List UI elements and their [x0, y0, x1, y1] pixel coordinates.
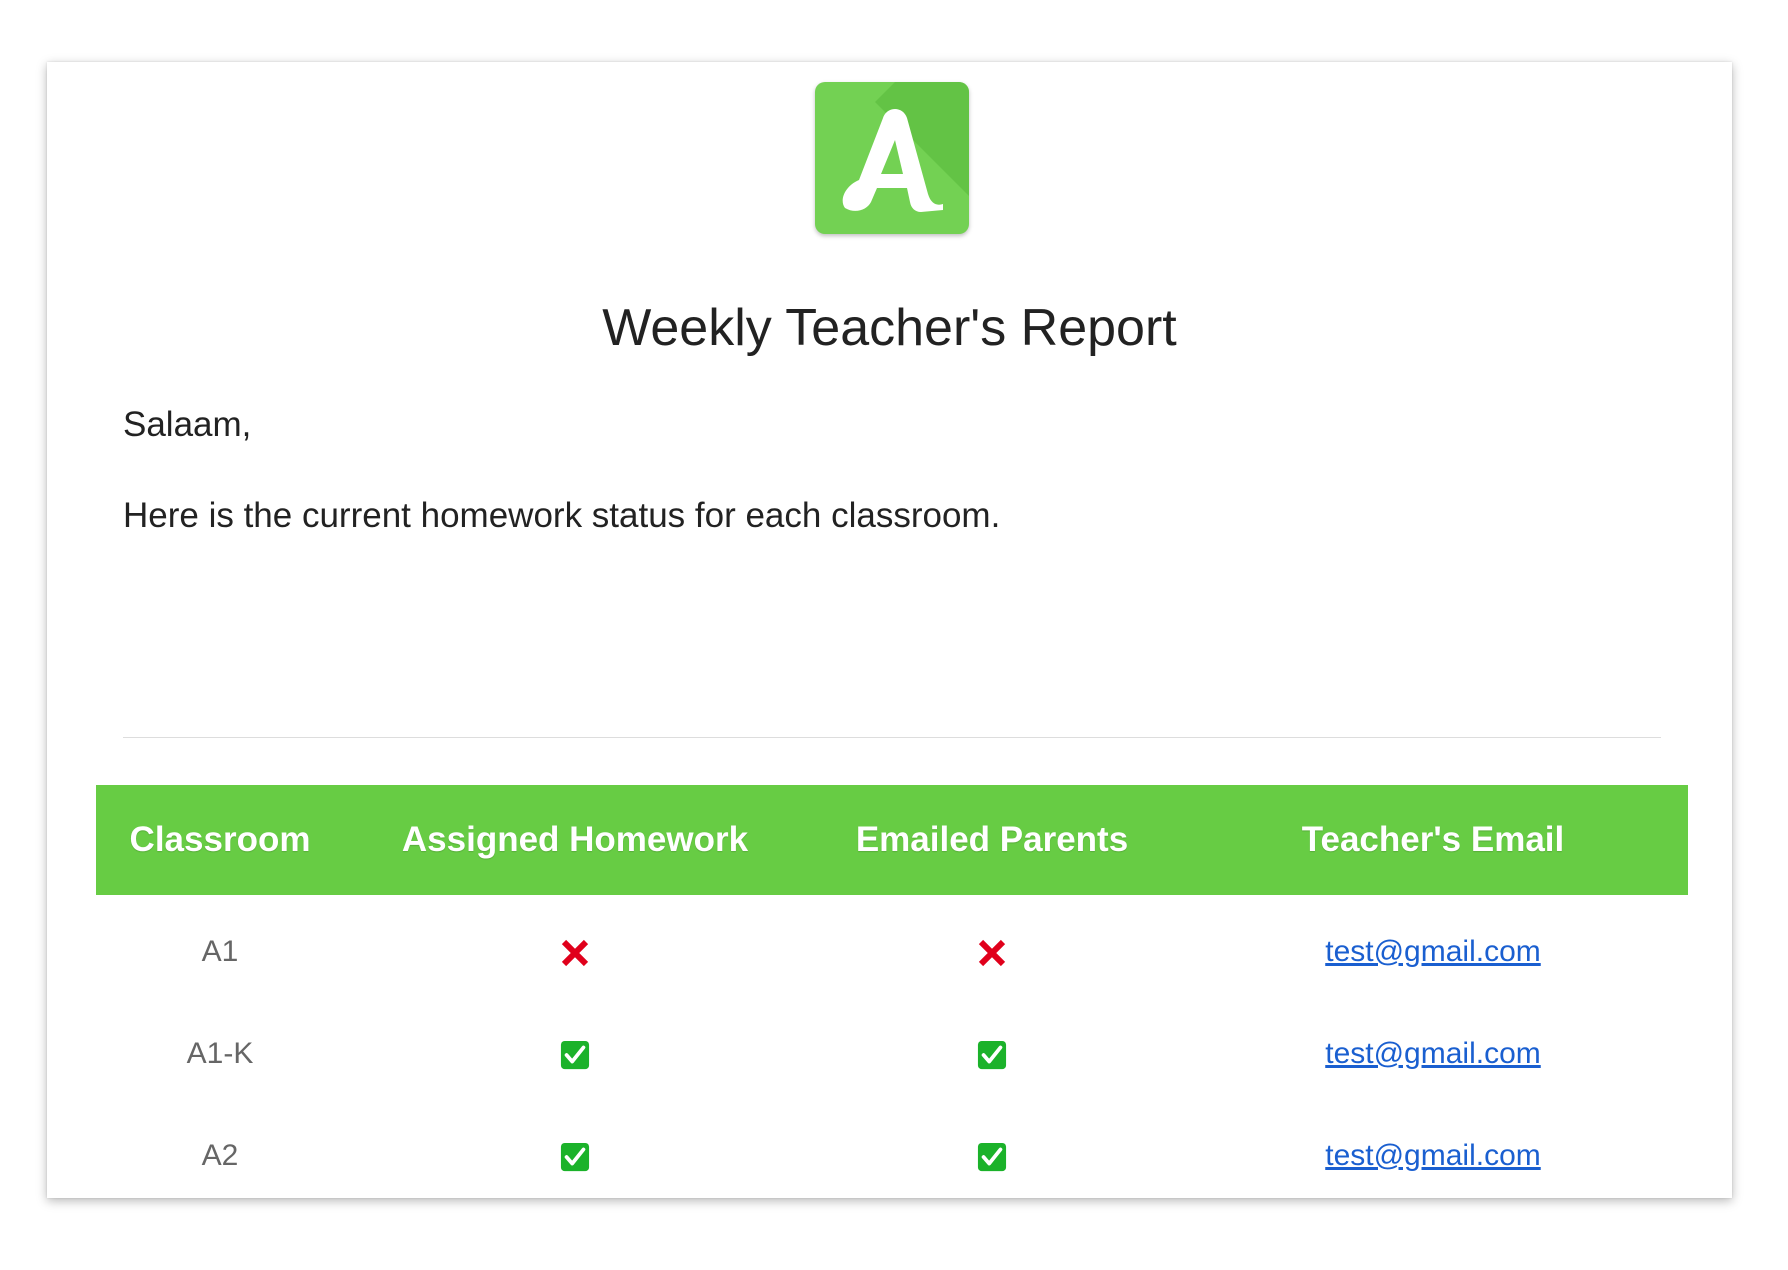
- cell-teacher-email: test@gmail.com: [1178, 895, 1688, 1003]
- table-row: A2 test@gmail.com: [96, 1105, 1688, 1198]
- header-classroom: Classroom: [96, 785, 344, 895]
- intro-text: Here is the current homework status for …: [123, 496, 1001, 535]
- cell-classroom: A1-K: [186, 1037, 254, 1070]
- cell-teacher-email: test@gmail.com: [1178, 1105, 1688, 1198]
- report-title: Weekly Teacher's Report: [602, 299, 1177, 357]
- cell-emailed-parents: [806, 1003, 1178, 1105]
- divider: [123, 737, 1661, 738]
- cell-classroom: A2: [201, 1139, 239, 1172]
- header-teachers-email: Teacher's Email: [1178, 785, 1688, 895]
- check-icon: [560, 1142, 590, 1172]
- cell-teacher-email: test@gmail.com: [1178, 1003, 1688, 1105]
- table-body: A1 test@gmail.com A1-K test@gmail.com A2 test…: [96, 895, 1688, 1198]
- check-icon: [977, 1040, 1007, 1070]
- teacher-email-link[interactable]: test@gmail.com: [1325, 1139, 1541, 1172]
- logo-letter-icon: [842, 109, 943, 212]
- teacher-email-link[interactable]: test@gmail.com: [1325, 935, 1541, 968]
- cell-assigned-homework: [344, 895, 806, 1003]
- cell-emailed-parents: [806, 895, 1178, 1003]
- table-row: A1 test@gmail.com: [96, 895, 1688, 1003]
- greeting-text: Salaam,: [123, 405, 252, 444]
- cell-classroom: A1: [201, 935, 239, 968]
- app-logo: [815, 82, 969, 234]
- table-row: A1-K test@gmail.com: [96, 1003, 1688, 1105]
- report-card: Weekly Teacher's Report Salaam, Here is …: [47, 62, 1732, 1198]
- header-emailed-parents: Emailed Parents: [806, 785, 1178, 895]
- check-icon: [977, 1142, 1007, 1172]
- homework-status-table: Classroom Assigned Homework Emailed Pare…: [96, 785, 1688, 1198]
- check-icon: [560, 1040, 590, 1070]
- cell-emailed-parents: [806, 1105, 1178, 1198]
- cross-icon: [976, 937, 1008, 969]
- cross-icon: [559, 937, 591, 969]
- header-assigned-homework: Assigned Homework: [344, 785, 806, 895]
- cell-assigned-homework: [344, 1003, 806, 1105]
- teacher-email-link[interactable]: test@gmail.com: [1325, 1037, 1541, 1070]
- cell-assigned-homework: [344, 1105, 806, 1198]
- table-header-row: Classroom Assigned Homework Emailed Pare…: [96, 785, 1688, 895]
